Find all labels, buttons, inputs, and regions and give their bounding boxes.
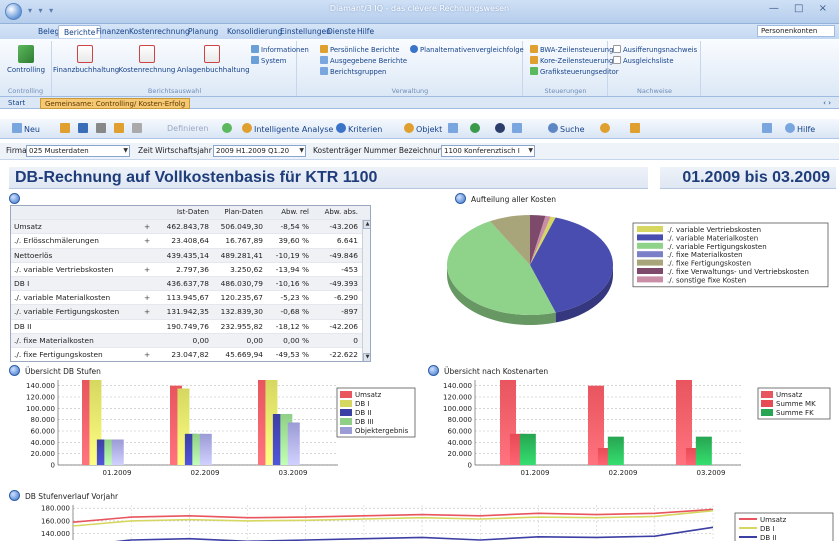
x-tick-label: 03.2009 (697, 469, 726, 477)
bar-objektergebnis (111, 439, 124, 465)
bar-legend-swatch (340, 418, 352, 425)
bar-legend-swatch (761, 409, 773, 416)
bar-legend-swatch (761, 400, 773, 407)
pie-legend-swatch (637, 242, 663, 249)
y-tick-label: 80.000 (31, 416, 56, 424)
bar-legend-swatch (340, 400, 352, 407)
pie-legend-swatch (637, 251, 663, 258)
y-tick-label: 120.000 (443, 394, 472, 402)
y-tick-label: 0 (468, 462, 472, 470)
charts-layer: ./. variable Vertriebskosten./. variable… (26, 215, 834, 541)
app-window: ▾ ▾ ▾ Diamant/3 IQ - das clevere Rechnun… (0, 0, 839, 541)
line-db-ii (114, 526, 714, 541)
bar-legend-label: DB II (355, 409, 372, 417)
pie-legend-swatch (637, 234, 663, 241)
y-tick-label: 100.000 (443, 405, 472, 413)
bar-objektergebnis (287, 422, 300, 465)
y-tick-label: 20.000 (31, 450, 56, 458)
y-tick-label: 0 (51, 462, 55, 470)
y-tick-label: 120.000 (26, 394, 55, 402)
y-tick-label: 60.000 (448, 428, 473, 436)
bar-legend-label: Umsatz (355, 391, 382, 399)
x-tick-label: 02.2009 (191, 469, 220, 477)
bar-legend-swatch (340, 391, 352, 398)
line-legend-label: Umsatz (760, 516, 787, 524)
pie-legend-swatch (637, 259, 663, 266)
bar-legend-label: DB III (355, 418, 374, 426)
y-tick-label: 140.000 (41, 530, 70, 538)
pie-legend-swatch (637, 226, 663, 232)
y-tick-label: 60.000 (31, 428, 56, 436)
pie-legend-label: ./. fixe Fertigungskosten (667, 260, 751, 268)
x-tick-label: 01.2009 (521, 469, 550, 477)
y-tick-label: 100.000 (26, 405, 55, 413)
x-tick-label: 01.2009 (103, 469, 132, 477)
pie-legend-label: ./. variable Materialkosten (667, 234, 758, 242)
pie-legend-swatch (637, 268, 663, 274)
bar-legend-label: Umsatz (776, 391, 803, 399)
y-tick-label: 80.000 (448, 416, 473, 424)
pie-legend-label: ./. variable Vertriebskosten (667, 226, 761, 234)
bar-legend-label: Objektergebnis (355, 427, 409, 435)
bar-summe-fk (607, 436, 624, 465)
bar-legend-swatch (340, 409, 352, 416)
x-tick-label: 02.2009 (609, 469, 638, 477)
pie-legend-label: ./. sonstige fixe Kosten (667, 276, 746, 284)
bar-legend-label: DB I (355, 400, 369, 408)
y-tick-label: 140.000 (26, 382, 55, 390)
y-tick-label: 180.000 (41, 505, 70, 513)
bar-legend-label: Summe FK (776, 409, 814, 417)
pie-legend-label: ./. fixe Materialkosten (667, 251, 743, 259)
x-tick-label: 03.2009 (279, 469, 308, 477)
line-legend-label: DB II (760, 534, 777, 541)
bar-objektergebnis (199, 433, 212, 465)
y-tick-label: 140.000 (443, 382, 472, 390)
pie-legend-swatch (637, 276, 663, 283)
y-tick-label: 160.000 (41, 517, 70, 525)
line-db-i (72, 509, 714, 527)
bar-legend-swatch (340, 427, 352, 434)
bar-summe-fk (695, 436, 712, 465)
pie-legend-label: ./. fixe Verwaltungs- und Vertriebskoste… (667, 268, 809, 276)
bar-summe-fk (519, 433, 536, 465)
line-legend-label: DB I (760, 525, 774, 533)
pie-legend-label: ./. variable Fertigungskosten (667, 243, 767, 251)
y-tick-label: 20.000 (448, 450, 473, 458)
y-tick-label: 40.000 (31, 439, 56, 447)
bar-legend-label: Summe MK (776, 400, 816, 408)
bar-legend-swatch (761, 391, 773, 398)
y-tick-label: 40.000 (448, 439, 473, 447)
